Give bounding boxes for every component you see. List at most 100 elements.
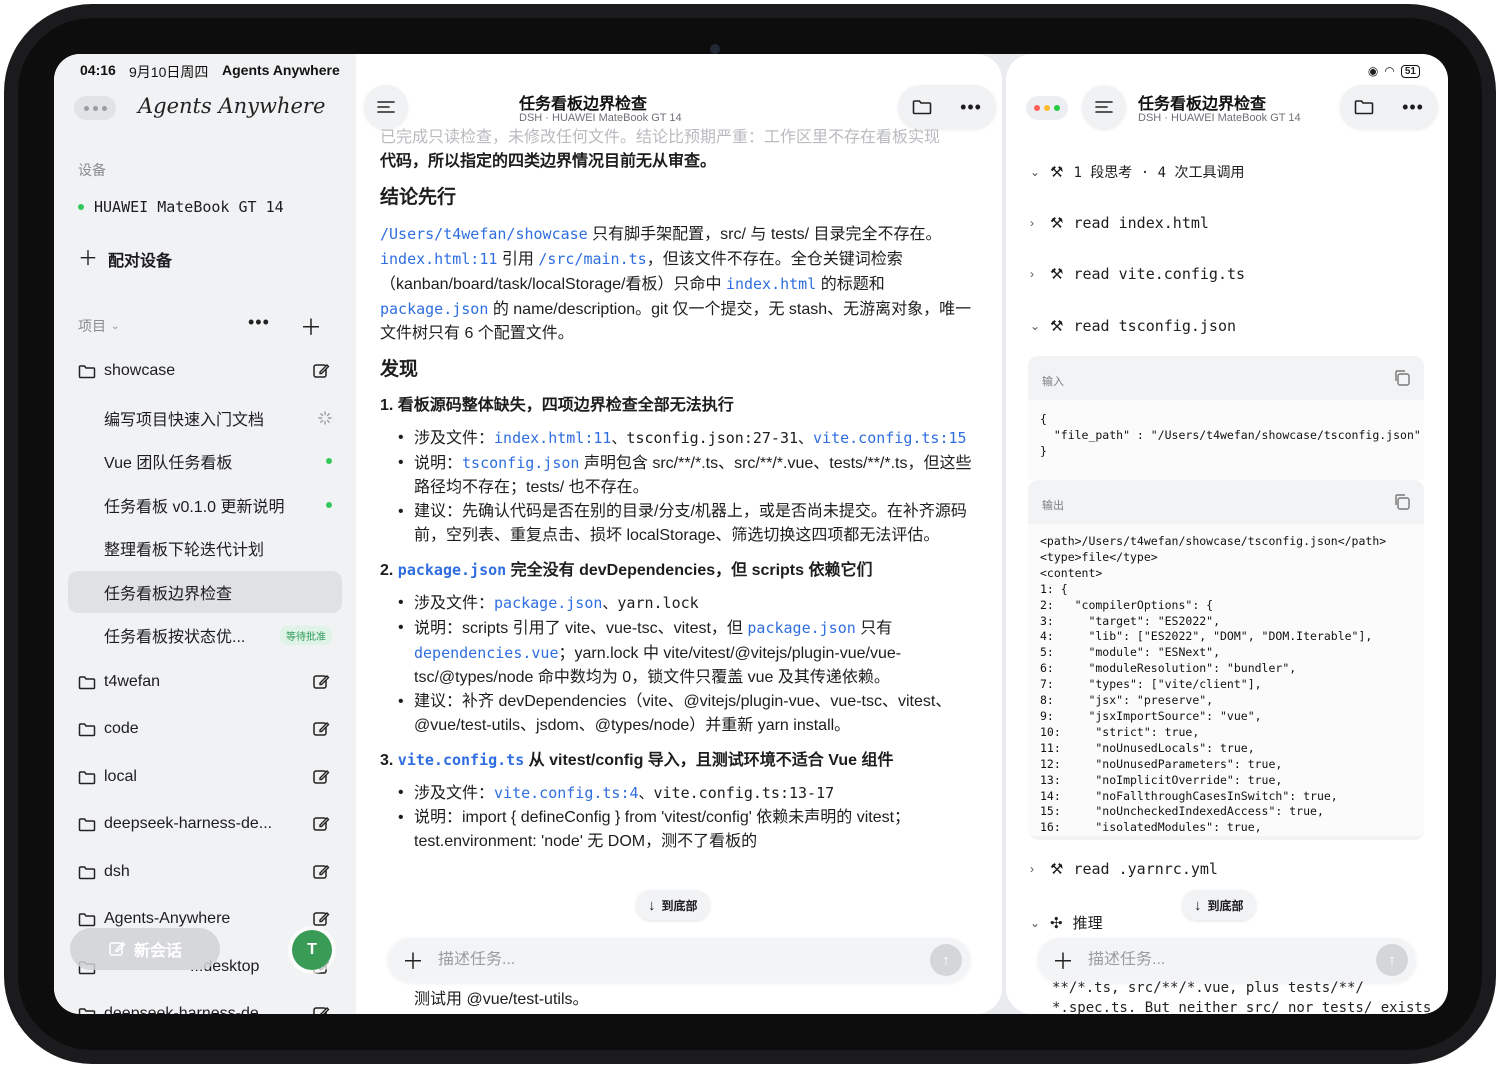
text: 只有脚手架配置，src/ 与 tests/ 目录完全不存在。 [587, 226, 942, 243]
menu-button[interactable] [364, 85, 408, 129]
folder-icon[interactable] [912, 99, 932, 115]
new-task-icon[interactable] [312, 768, 330, 786]
tool-output-body[interactable]: <path>/Users/t4wefan/showcase/tsconfig.j… [1028, 524, 1424, 836]
jump-to-bottom-button[interactable]: ↓ 到底部 [1182, 890, 1256, 920]
tool-summary-row[interactable]: ⌄ ⚒ 1 段思考 · 4 次工具调用 [1030, 162, 1244, 182]
window-menu-button[interactable] [74, 96, 116, 120]
done-status-dot [326, 458, 332, 464]
file-link[interactable]: vite.config.ts:15 [813, 429, 967, 447]
new-task-icon[interactable] [312, 815, 330, 833]
pair-device-button[interactable]: ＋ 配对设备 [78, 247, 172, 271]
close-dot[interactable] [1034, 105, 1040, 111]
projects-section-toggle[interactable]: 项目 ⌄ [78, 316, 119, 336]
list-item: 涉及文件：vite.config.ts:4、vite.config.ts:13-… [380, 781, 980, 806]
tool-call-row[interactable]: › ⚒ read vite.config.ts [1030, 265, 1245, 283]
file-link[interactable]: /src/main.ts [538, 250, 646, 268]
task-item[interactable]: Vue 团队任务看板 [104, 447, 332, 475]
folder-icon [78, 817, 96, 831]
new-task-icon[interactable] [312, 362, 330, 380]
project-item[interactable]: t4wefan [78, 667, 330, 697]
attach-plus-icon[interactable]: ＋ [402, 944, 424, 976]
project-item[interactable]: deepseek-harness-de... [78, 809, 330, 839]
list-item: 说明：scripts 引用了 vite、vue-tsc、vitest，但 pac… [380, 616, 980, 690]
new-task-icon[interactable] [312, 910, 330, 928]
conversation-panel: 任务看板边界检查 DSH · HUAWEI MateBook GT 14 •••… [356, 54, 1002, 1014]
task-title: Vue 团队任务看板 [104, 455, 233, 472]
send-button[interactable]: ↑ [930, 944, 962, 976]
file-link[interactable]: package.json [747, 619, 855, 637]
device-item[interactable]: HUAWEI MateBook GT 14 [78, 198, 284, 216]
status-time: 04:16 [80, 62, 116, 78]
list-item: 建议：先确认代码是否在别的目录/分支/机器上，或是否尚未提交。在补齐源码前，空列… [380, 500, 980, 548]
devices-section-label: 设备 [78, 162, 106, 178]
more-options-icon[interactable]: ••• [1402, 97, 1424, 118]
tool-call-row[interactable]: › ⚒ read .yarnrc.yml [1030, 860, 1218, 878]
project-name: dsh [104, 863, 130, 880]
finding-3-list: 涉及文件：vite.config.ts:4、vite.config.ts:13-… [380, 781, 980, 854]
file-link[interactable]: index.html:11 [494, 429, 611, 447]
front-camera [710, 44, 720, 54]
tool-call-label: read index.html [1073, 214, 1209, 232]
path-link[interactable]: /Users/t4wefan/showcase [380, 225, 588, 243]
new-task-icon[interactable] [312, 673, 330, 691]
project-item[interactable]: deepseek-harness-de... [78, 999, 330, 1014]
finding-2-list: 涉及文件：package.json、yarn.lock 说明：scripts 引… [380, 591, 980, 738]
attach-plus-icon[interactable]: ＋ [1052, 944, 1074, 976]
zoom-dot[interactable] [1054, 105, 1060, 111]
text: 说明：scripts 引用了 vite、vue-tsc、vitest，但 [414, 620, 748, 637]
arrow-down-icon: ↓ [648, 896, 656, 914]
file-link[interactable]: dependencies.vue [414, 644, 559, 662]
project-item[interactable]: code [78, 714, 330, 744]
task-item[interactable]: 任务看板按状态优... 等待批准 [104, 621, 332, 649]
new-task-icon[interactable] [312, 863, 330, 881]
text: 涉及文件： [414, 785, 495, 802]
tool-call-row[interactable]: › ⚒ read index.html [1030, 214, 1209, 232]
task-item[interactable]: 任务看板 v0.1.0 更新说明 [104, 491, 332, 519]
copy-icon[interactable] [1392, 492, 1412, 512]
chevron-right-icon: › [1030, 267, 1034, 281]
reasoning-text-line: *.spec.ts. But neither src/ nor tests/ e… [1052, 1000, 1432, 1014]
file-link[interactable]: package.json [380, 300, 488, 318]
task-item[interactable]: 整理看板下轮迭代计划 [104, 534, 332, 562]
project-item[interactable]: dsh [78, 857, 330, 887]
jump-to-bottom-button[interactable]: ↓ 到底部 [636, 890, 710, 920]
text: 引用 [497, 251, 539, 268]
task-input[interactable] [1088, 951, 1376, 969]
projects-more-button[interactable]: ••• [248, 312, 270, 333]
text: 说明： [414, 455, 463, 472]
new-session-button[interactable]: 新会话 [70, 928, 220, 970]
task-item[interactable]: 编写项目快速入门文档 [104, 404, 332, 432]
reasoning-label: 推理 [1072, 915, 1103, 932]
file-link[interactable]: index.html [726, 275, 816, 293]
arrow-down-icon: ↓ [1194, 896, 1202, 914]
chevron-down-icon: ⌄ [1030, 915, 1041, 930]
folder-icon[interactable] [1354, 99, 1374, 115]
add-project-button[interactable]: ＋ [300, 310, 322, 342]
file-link[interactable]: vite.config.ts:4 [494, 784, 639, 802]
file-link[interactable]: index.html:11 [380, 250, 497, 268]
project-item[interactable]: local [78, 762, 330, 792]
file-link[interactable]: package.json [398, 561, 506, 579]
new-task-icon[interactable] [312, 720, 330, 738]
tool-call-row[interactable]: ⌄ ⚒ read tsconfig.json [1030, 317, 1236, 335]
tool-call-label: read tsconfig.json [1073, 317, 1237, 335]
file-link[interactable]: vite.config.ts [398, 751, 524, 769]
reasoning-row[interactable]: ⌄ ✣ 推理 [1030, 912, 1103, 933]
text: 的标题和 [816, 276, 885, 293]
menu-lines-icon [377, 101, 395, 113]
minimize-dot[interactable] [1044, 105, 1050, 111]
project-item[interactable]: showcase [78, 356, 330, 386]
menu-button[interactable] [1082, 85, 1126, 129]
task-input[interactable] [438, 951, 930, 969]
send-button[interactable]: ↑ [1376, 944, 1408, 976]
task-item-active[interactable]: 任务看板边界检查 [104, 578, 332, 606]
file-link[interactable]: package.json [494, 594, 602, 612]
window-controls[interactable] [1026, 96, 1068, 120]
jump-to-bottom-label: 到底部 [1207, 898, 1244, 913]
avatar[interactable]: T [292, 930, 332, 970]
more-options-icon[interactable]: ••• [960, 97, 982, 118]
project-name: deepseek-harness-de... [104, 815, 273, 832]
copy-icon[interactable] [1392, 368, 1412, 388]
file-link[interactable]: tsconfig.json [462, 454, 579, 472]
new-task-icon[interactable] [312, 1005, 330, 1014]
